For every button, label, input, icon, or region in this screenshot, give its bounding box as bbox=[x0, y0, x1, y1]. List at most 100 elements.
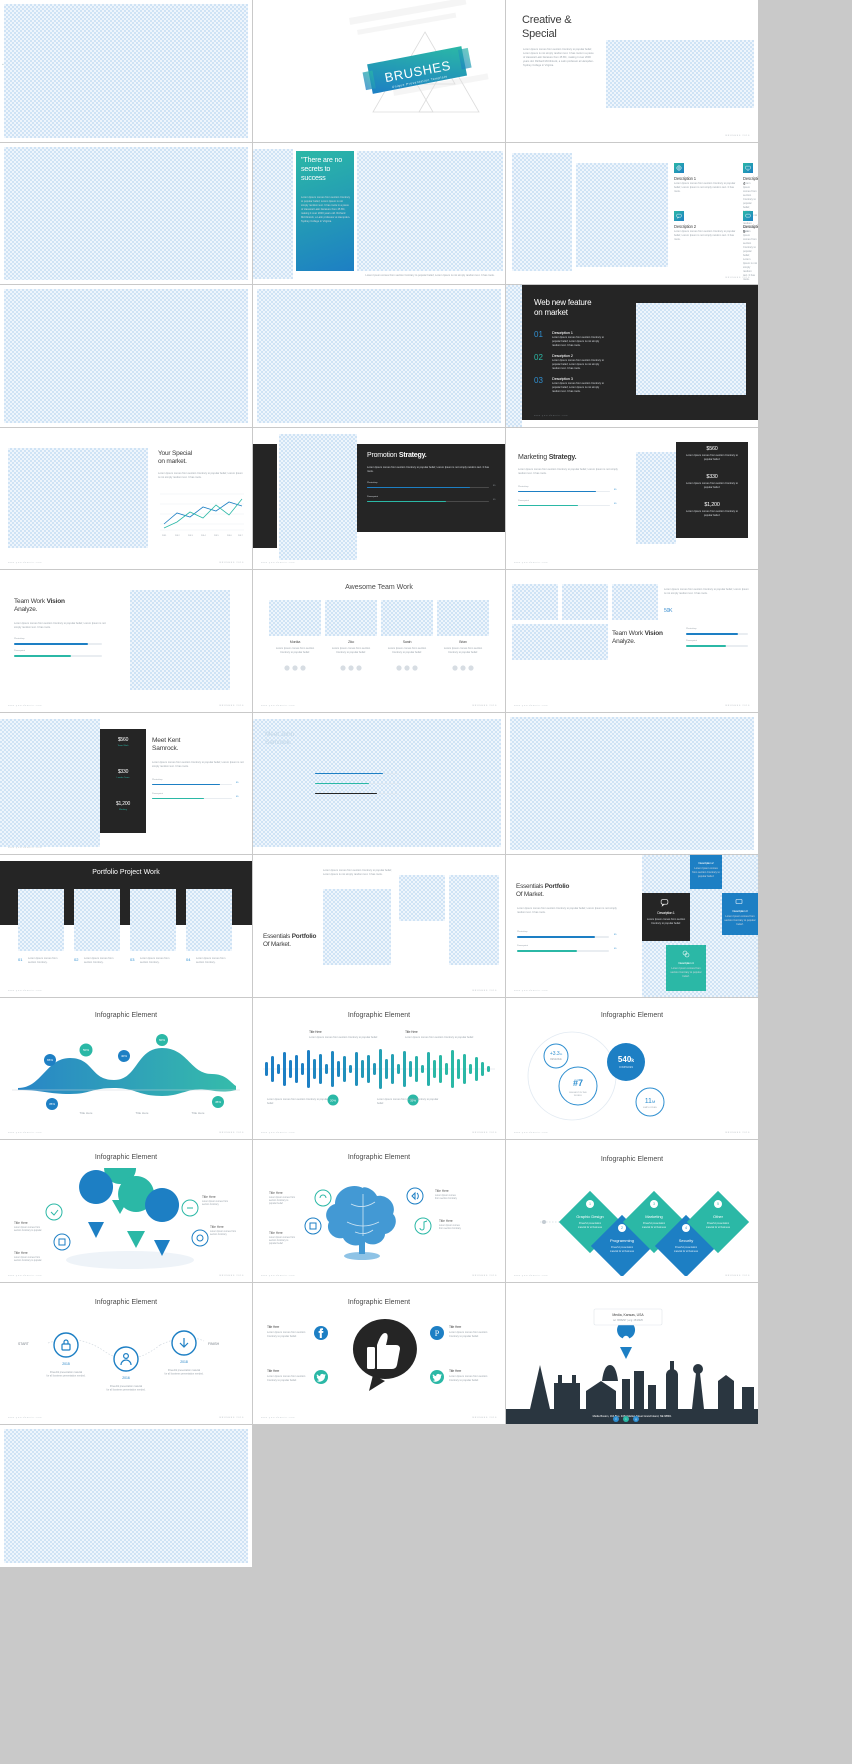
bar-fill-powerpoint bbox=[152, 797, 204, 800]
slide-25-infographic-timeline[interactable]: Infographic Element 2015 2016 2017 NOW T… bbox=[0, 1140, 252, 1282]
slide-7-full-image[interactable] bbox=[0, 285, 252, 427]
twitter-icon-2 bbox=[430, 1369, 444, 1384]
slide-28-infographic-steps[interactable]: Infographic Element START FINISH 2015 20… bbox=[0, 1282, 252, 1424]
svg-text:Title Here: Title Here bbox=[202, 1195, 216, 1199]
bar-label-photoshop: Photoshop bbox=[518, 485, 529, 488]
slide-26-infographic-brain[interactable]: Infographic Element Title Here Title Here… bbox=[253, 1140, 505, 1282]
svg-text:2014: 2014 bbox=[201, 535, 206, 537]
slide-30-city-contact[interactable]: Media, Kansas, USA tel: 3658297 | eng: 4… bbox=[506, 1282, 758, 1424]
svg-text:3: 3 bbox=[653, 1202, 655, 1206]
svg-text:WORLD: WORLD bbox=[574, 1095, 583, 1097]
slide-14-awesome-team-work[interactable]: Awesome Team Work Monika Ziko Sarah Bria… bbox=[253, 570, 505, 712]
monitor-icon bbox=[734, 897, 743, 906]
slide-11-promotion-strategy[interactable]: Promotion Strategy. Lorem Ipsum comes fr… bbox=[253, 427, 505, 569]
slide-title: Creative & Special bbox=[522, 14, 572, 40]
slide-title: Infographic Element bbox=[94, 1011, 158, 1019]
svg-text:Security: Security bbox=[679, 1238, 693, 1243]
slide-20-essentials-portfolio[interactable]: Lorem Ipsum comes from section Contrary … bbox=[253, 855, 505, 997]
svg-text:section Contrary to popular: section Contrary to popular bbox=[14, 1229, 42, 1232]
slide-23-infographic-equalizer[interactable]: Infographic Element Title Here Title Her… bbox=[253, 997, 505, 1139]
svg-text:Lorem Ipsum comes from: Lorem Ipsum comes from bbox=[210, 1230, 236, 1233]
footer-left: www.yourdomain.com bbox=[8, 1132, 42, 1134]
item-body-2: Lorem Ipsum comes from section Contrary … bbox=[674, 229, 736, 241]
slide-4-full-image[interactable] bbox=[0, 142, 252, 284]
slide-3-creative-special[interactable]: Creative & Special Lorem Ipsum comes from… bbox=[506, 0, 758, 142]
bar-label-photoshop: Photoshop bbox=[686, 628, 697, 630]
price-amount-2: $330 bbox=[117, 768, 129, 775]
empty-cell bbox=[253, 1425, 505, 1567]
item-title-03: Description 3 bbox=[552, 376, 573, 381]
slide-2-brushes-title[interactable]: BRUSHES Unique Presentation Template bbox=[253, 0, 505, 142]
footer-left: www.yourdomain.com bbox=[8, 704, 42, 707]
slide-22-infographic-wave[interactable]: Infographic Element 65% 50% 40% 60% 35% 45% … bbox=[0, 997, 252, 1139]
svg-text:40%: 40% bbox=[121, 1054, 127, 1058]
image-placeholder-left bbox=[253, 148, 293, 279]
chat-icon bbox=[659, 897, 669, 907]
footer-right: BRUSHES 2016 bbox=[725, 1132, 750, 1134]
member-name-3: Sarah bbox=[402, 640, 412, 644]
slide-title: Infographic Element bbox=[600, 1011, 664, 1019]
svg-text:Lorem Ipsum comes from: Lorem Ipsum comes from bbox=[202, 1200, 228, 1203]
svg-text:Title Here: Title Here bbox=[210, 1225, 224, 1229]
slide-title: Essentials Portfolio Of Market. bbox=[263, 933, 317, 949]
price-label-1: Team Work bbox=[117, 744, 129, 747]
footer-right: BRUSHES 2016 bbox=[219, 704, 244, 707]
svg-text:2017: 2017 bbox=[238, 535, 243, 537]
slide-15-team-vision-analyze[interactable]: Lorem Ipsum comes from section Contrary … bbox=[506, 570, 758, 712]
footer-left: www.yourdomain.com bbox=[261, 562, 295, 564]
footer-right: BRUSHES 2016 bbox=[725, 134, 750, 137]
slide-21-essentials-portfolio-grid[interactable]: Essentials Portfolio Of Market. Lorem Ips… bbox=[506, 855, 758, 997]
slide-17-meet-john-samrock[interactable]: Meet John Samrock. bbox=[253, 712, 505, 854]
image-placeholder-4 bbox=[512, 624, 608, 660]
member-bio-3: Lorem Ipsum comes from section Contrary … bbox=[387, 647, 427, 655]
svg-text:P: P bbox=[435, 1329, 440, 1338]
project-image-1 bbox=[18, 889, 64, 951]
bar-label-powerpoint: Powerpoint bbox=[518, 499, 529, 502]
slide-8-full-image[interactable] bbox=[253, 285, 505, 427]
slide-body-text: Lorem Ipsum comes from section Contrary … bbox=[523, 48, 594, 68]
svg-text:material for all business: material for all business bbox=[610, 1250, 635, 1253]
footer-right: BRUSHES 2016 bbox=[472, 1132, 497, 1134]
member-name-4: Brian bbox=[459, 640, 467, 644]
project-number-4: 04 bbox=[186, 957, 191, 962]
slide-24-infographic-circles[interactable]: Infographic Element +3.3m REVENUE #7 BIG… bbox=[506, 997, 758, 1139]
slide-27-infographic-diamonds[interactable]: Infographic Element 1 Graphic Design Pow… bbox=[506, 1140, 758, 1282]
svg-text:material for all business: material for all business bbox=[642, 1226, 667, 1229]
chat-icon-2 bbox=[743, 210, 753, 221]
slide-19-portfolio-project-work[interactable]: Portfolio Project Work 01 Lorem Ipsum co… bbox=[0, 855, 252, 997]
slide-9-web-new-feature[interactable]: Web new feature on market 01 Description … bbox=[506, 285, 758, 427]
image-placeholder-mid bbox=[576, 162, 668, 267]
bar-label-photoshop: Photoshop bbox=[152, 778, 163, 781]
footer-left: www.yourdomain.com bbox=[8, 847, 42, 849]
pin-sub-text: tel: 3658297 | eng: 4543025 bbox=[613, 1319, 643, 1322]
slide-5-quote[interactable]: "There are no secrets to success Lorem I… bbox=[253, 142, 505, 284]
footer-right: BRUSHES 2016 bbox=[472, 1274, 497, 1277]
bar-pct-photoshop: 85 bbox=[493, 484, 496, 487]
slide-1-full-image[interactable]: « bbox=[0, 0, 252, 142]
slide-10-your-special[interactable]: Your Special on market. Lorem Ipsum comes… bbox=[0, 427, 252, 569]
slide-6-description-grid[interactable]: Description 1 Lorem Ipsum comes from sec… bbox=[506, 142, 758, 284]
image-placeholder bbox=[606, 40, 754, 108]
diamond-chain: 1 Graphic Design Powerful presentation m… bbox=[540, 1190, 750, 1276]
svg-text:2: 2 bbox=[621, 1226, 623, 1230]
slide-12-marketing-strategy[interactable]: Marketing Strategy. Lorem Ipsum comes fr… bbox=[506, 427, 758, 569]
svg-text:Title Here: Title Here bbox=[439, 1219, 453, 1223]
item-body-1: Lorem Ipsum comes from section Contrary … bbox=[674, 181, 736, 193]
slide-31-full-image[interactable] bbox=[0, 1425, 252, 1567]
twitter-icon bbox=[314, 1369, 328, 1384]
image-placeholder bbox=[257, 289, 501, 423]
svg-text:Powerful presentation: Powerful presentation bbox=[611, 1246, 634, 1249]
project-image-4 bbox=[186, 889, 232, 951]
slide-16-meet-kent-samrock[interactable]: $560 Team Work $330 Leader Team $1,200 W… bbox=[0, 712, 252, 854]
slide-13-team-work-vision[interactable]: Team Work Vision Analyze. Lorem Ipsum com… bbox=[0, 570, 252, 712]
bar-pct-powerpoint: 65 bbox=[614, 502, 617, 505]
price-note-1: Lorem Ipsum comes from section Contrary … bbox=[686, 453, 738, 461]
footer-left: www.yourdomain.com bbox=[514, 989, 548, 992]
image-placeholder-3 bbox=[612, 584, 658, 620]
slide-29-infographic-social-thumb[interactable]: Infographic Element P Title Here Lorem I… bbox=[253, 1282, 505, 1424]
image-placeholder-3 bbox=[449, 875, 499, 965]
slide-18-full-image[interactable] bbox=[506, 712, 758, 854]
svg-text:2016: 2016 bbox=[89, 1210, 103, 1216]
svg-text:popular belief: popular belief bbox=[269, 1242, 283, 1245]
image-placeholder bbox=[0, 718, 100, 847]
